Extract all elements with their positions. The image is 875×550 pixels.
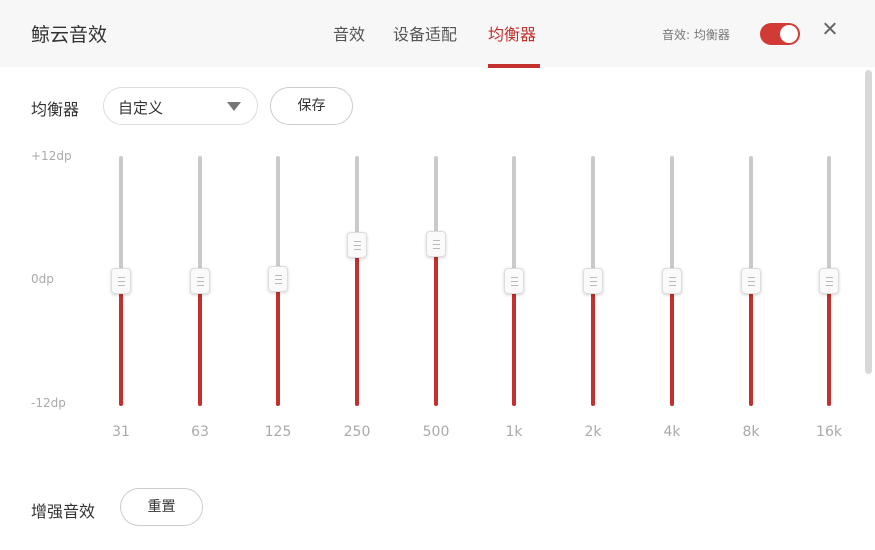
grip-icon [197,277,204,286]
preset-value: 自定义 [118,99,164,117]
eq-band-slider[interactable] [819,156,839,406]
effect-toggle[interactable] [760,23,800,45]
grip-icon [669,277,676,286]
app-title: 鲸云音效 [31,24,108,46]
eq-band-slider[interactable] [347,156,367,406]
slider-fill [434,243,438,406]
reset-button[interactable]: 重置 [120,488,203,526]
eq-band-slider[interactable] [504,156,524,406]
close-icon[interactable] [819,18,841,40]
active-tab-indicator [488,64,540,68]
slider-thumb[interactable] [819,268,839,294]
slider-fill [119,281,123,406]
eq-band-slider[interactable] [583,156,603,406]
save-button[interactable]: 保存 [270,87,353,125]
grip-icon [511,277,518,286]
chevron-down-icon [227,102,241,111]
eq-band-slider[interactable] [190,156,210,406]
band-frequency-label: 1k [505,424,523,440]
grip-icon [118,277,125,286]
slider-fill [827,281,831,406]
effect-toggle-label: 音效: 均衡器 [662,28,730,42]
slider-thumb[interactable] [190,268,210,294]
preset-dropdown[interactable]: 自定义 [103,87,258,125]
slider-thumb[interactable] [268,265,288,292]
db-min-label: -12dp [31,396,66,410]
grip-icon [433,239,440,249]
band-frequency-label: 125 [264,424,292,440]
band-frequency-label: 2k [584,424,602,440]
tab-device-adapt[interactable]: 设备适配 [393,21,457,45]
band-frequency-label: 16k [816,424,842,440]
grip-icon [275,274,282,284]
slider-thumb[interactable] [111,268,131,294]
eq-band-slider[interactable] [111,156,131,406]
eq-band-slider[interactable] [662,156,682,406]
eq-band-slider[interactable] [426,156,446,406]
eq-band-slider[interactable] [268,156,288,406]
grip-icon [354,240,361,250]
slider-thumb[interactable] [504,268,524,294]
slider-fill [670,281,674,406]
slider-thumb[interactable] [662,268,682,294]
tab-sound-effects[interactable]: 音效 [333,21,365,45]
band-frequency-label: 8k [742,424,760,440]
header-bar: 鲸云音效 音效 设备适配 均衡器 音效: 均衡器 [0,0,875,68]
slider-fill [355,244,359,406]
enhance-label: 增强音效 [31,502,96,521]
tab-equalizer[interactable]: 均衡器 [488,21,536,45]
grip-icon [826,277,833,286]
slider-fill [198,281,202,406]
band-frequency-label: 63 [191,424,209,440]
db-mid-label: 0dp [31,272,54,286]
slider-thumb[interactable] [741,268,761,294]
band-frequency-label: 31 [112,424,130,440]
slider-fill [749,281,753,406]
db-max-label: +12dp [31,149,72,163]
band-frequency-label: 500 [422,424,450,440]
equalizer-label: 均衡器 [31,100,80,119]
grip-icon [590,277,597,286]
slider-fill [276,278,280,406]
scrollbar[interactable] [865,70,872,374]
toggle-knob [780,25,798,43]
slider-fill [512,281,516,406]
slider-thumb[interactable] [347,231,367,258]
slider-fill [591,281,595,406]
eq-band-slider[interactable] [741,156,761,406]
slider-thumb[interactable] [426,230,446,257]
band-frequency-label: 4k [663,424,681,440]
grip-icon [748,277,755,286]
band-frequency-label: 250 [343,424,371,440]
slider-thumb[interactable] [583,268,603,294]
